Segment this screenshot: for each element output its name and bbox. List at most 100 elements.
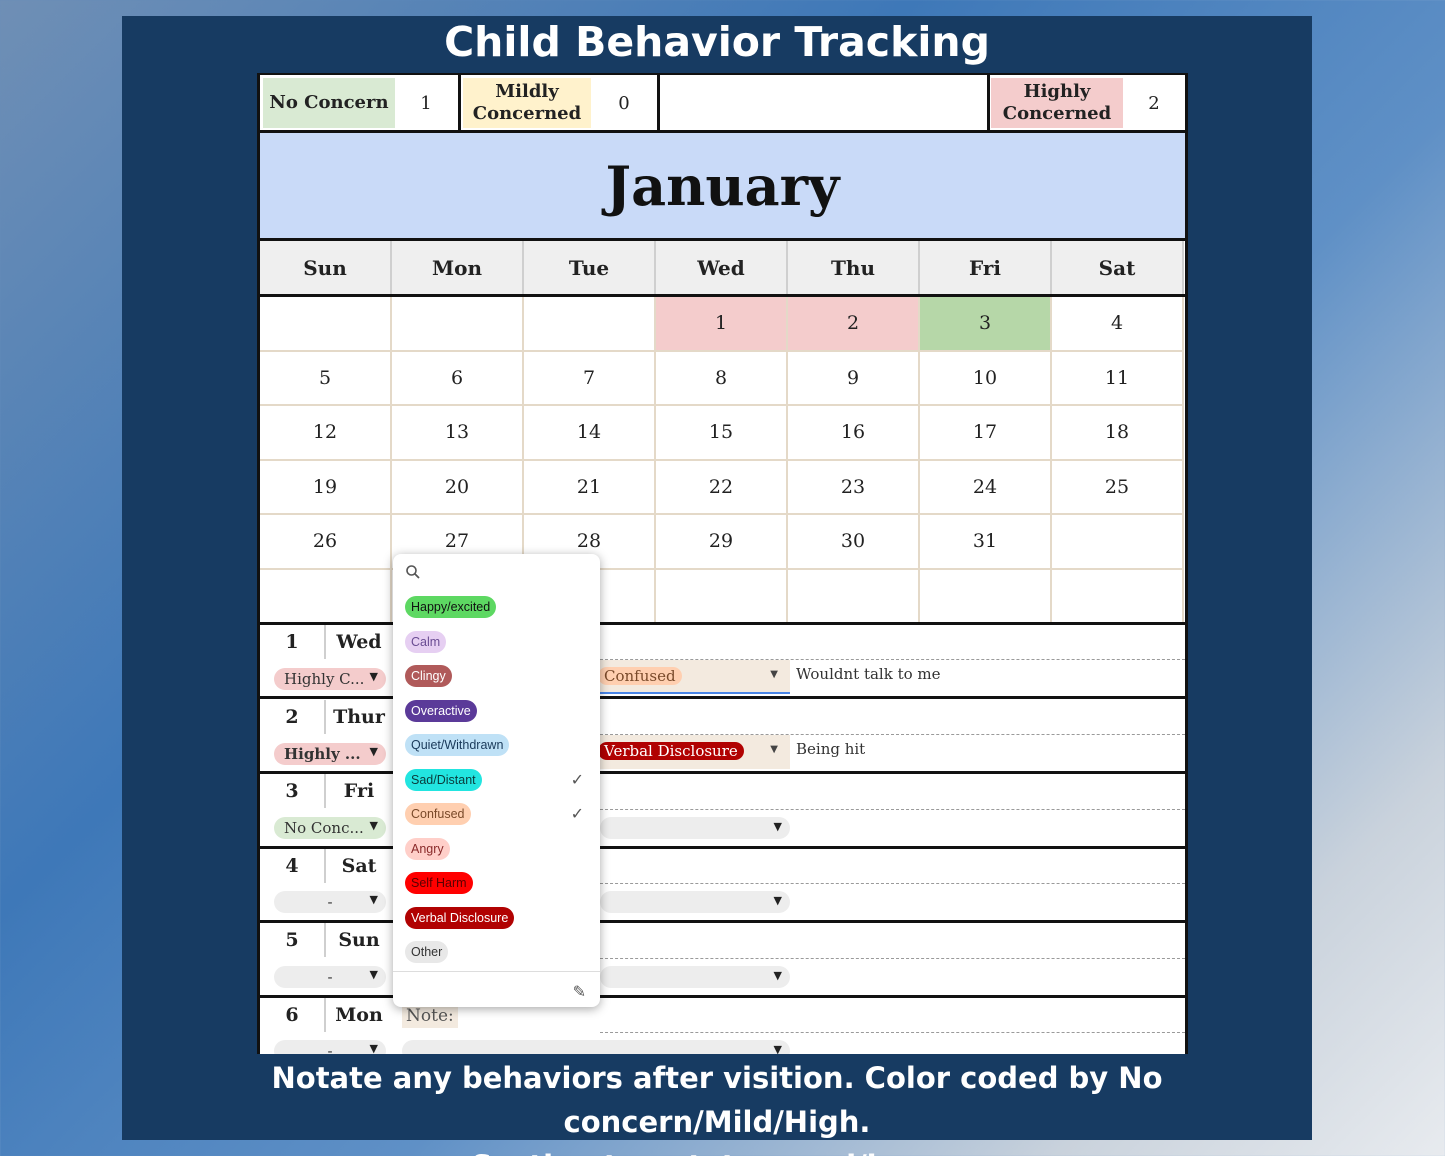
- concern-value: Highly ...: [284, 745, 361, 763]
- mood-option-happy[interactable]: Happy/excited: [405, 596, 497, 618]
- calendar-cell[interactable]: [788, 569, 920, 624]
- concern-value: -: [327, 968, 333, 986]
- mood-dropdown[interactable]: ▼: [600, 891, 790, 913]
- calendar-cell[interactable]: 12: [260, 406, 392, 461]
- concern-dropdown[interactable]: - ▼: [274, 891, 386, 913]
- concern-dropdown[interactable]: Highly ... ▼: [274, 743, 386, 765]
- calendar-cell[interactable]: 24: [920, 460, 1052, 515]
- divider: [600, 958, 1185, 959]
- mood-option-calm[interactable]: Calm: [405, 631, 447, 653]
- detail-day-number: 2: [260, 700, 326, 734]
- calendar-cell[interactable]: 18: [1052, 406, 1184, 461]
- caption: Notate any behaviors after visition. Col…: [122, 1056, 1312, 1156]
- mood-dropdown[interactable]: ▼: [402, 1040, 790, 1054]
- legend-high-count[interactable]: 2: [1123, 78, 1185, 128]
- calendar-cell[interactable]: 21: [524, 460, 656, 515]
- weekday-wed: Wed: [656, 241, 788, 294]
- calendar-cell[interactable]: 31: [920, 515, 1052, 570]
- dropdown-arrow-icon: ▼: [369, 819, 378, 832]
- calendar-cell[interactable]: 30: [788, 515, 920, 570]
- mood-option-clingy[interactable]: Clingy: [405, 665, 452, 687]
- note-label: Note:: [402, 1004, 458, 1028]
- mood-options-popup[interactable]: Happy/excited Calm Clingy Overactive Qui…: [393, 554, 600, 1007]
- mood-option-verbal-disclosure[interactable]: Verbal Disclosure: [405, 907, 515, 929]
- calendar-cell[interactable]: 15: [656, 406, 788, 461]
- mood-option-confused[interactable]: Confused: [405, 803, 471, 825]
- calendar-cell[interactable]: [656, 569, 788, 624]
- divider: [600, 734, 1185, 735]
- calendar-cell[interactable]: [920, 569, 1052, 624]
- legend-high-label-line2: Concerned: [1002, 103, 1112, 124]
- concern-dropdown[interactable]: - ▼: [274, 966, 386, 988]
- detail-day-name: Thur: [333, 706, 385, 728]
- mood-option-self-harm[interactable]: Self Harm: [405, 872, 473, 894]
- calendar-cell[interactable]: [260, 297, 392, 352]
- calendar-cell[interactable]: 20: [392, 460, 524, 515]
- detail-day-name: Fri: [343, 780, 375, 802]
- calendar-cell[interactable]: 25: [1052, 460, 1184, 515]
- calendar-cell[interactable]: [392, 297, 524, 352]
- concern-value: -: [327, 1042, 333, 1054]
- detail-day-name: Wed: [336, 631, 382, 653]
- calendar-cell[interactable]: 6: [392, 351, 524, 406]
- mood-option-quiet[interactable]: Quiet/Withdrawn: [405, 734, 510, 756]
- calendar-cell[interactable]: 22: [656, 460, 788, 515]
- calendar-cell[interactable]: 5: [260, 351, 392, 406]
- calendar-cell[interactable]: 10: [920, 351, 1052, 406]
- calendar-cell[interactable]: [1052, 569, 1184, 624]
- caption-line-1: Notate any behaviors after visition. Col…: [271, 1061, 1163, 1139]
- mood-dropdown-selected[interactable]: Confused ▼: [598, 660, 790, 694]
- mood-option-angry[interactable]: Angry: [405, 838, 450, 860]
- calendar-cell[interactable]: [524, 297, 656, 352]
- calendar-cell[interactable]: 4: [1052, 297, 1184, 352]
- detail-day-number: 1: [260, 625, 326, 659]
- calendar-cell[interactable]: 19: [260, 460, 392, 515]
- calendar-cell[interactable]: 3: [920, 297, 1052, 352]
- calendar-cell[interactable]: 23: [788, 460, 920, 515]
- page-title: Child Behavior Tracking: [444, 18, 990, 66]
- legend-mild-label-line1: Mildly: [495, 81, 559, 102]
- mood-option-other[interactable]: Other: [405, 941, 449, 963]
- dropdown-arrow-icon: ▼: [369, 745, 378, 758]
- concern-dropdown[interactable]: - ▼: [274, 1040, 386, 1054]
- detail-day-name: Mon: [335, 1004, 383, 1026]
- calendar-cell[interactable]: 26: [260, 515, 392, 570]
- calendar-cell[interactable]: 16: [788, 406, 920, 461]
- calendar-cell[interactable]: 11: [1052, 351, 1184, 406]
- legend-high-label: Highly Concerned: [991, 78, 1123, 128]
- mood-option-overactive[interactable]: Overactive: [405, 700, 477, 722]
- calendar-cell[interactable]: [1052, 515, 1184, 570]
- note-text[interactable]: Wouldnt talk to me: [796, 665, 941, 683]
- calendar-cell[interactable]: 8: [656, 351, 788, 406]
- weekday-sat: Sat: [1052, 241, 1184, 294]
- concern-dropdown[interactable]: Highly C... ▼: [274, 668, 386, 690]
- calendar-cell[interactable]: 1: [656, 297, 788, 352]
- concern-value: No Conc...: [284, 819, 364, 837]
- pencil-icon[interactable]: ✎: [573, 982, 586, 1002]
- checkmark-icon: ✓: [570, 806, 584, 823]
- legend-mild-count[interactable]: 0: [591, 78, 657, 128]
- calendar-cell[interactable]: 29: [656, 515, 788, 570]
- divider: [600, 883, 1185, 884]
- legend-mild-label-line2: Concerned: [472, 103, 582, 124]
- calendar-cell[interactable]: 9: [788, 351, 920, 406]
- mood-option-sad[interactable]: Sad/Distant: [405, 769, 482, 791]
- weekday-tue: Tue: [524, 241, 656, 294]
- divider: [987, 75, 990, 131]
- calendar-cell[interactable]: 14: [524, 406, 656, 461]
- calendar-cell[interactable]: [260, 569, 392, 624]
- calendar-cell[interactable]: 7: [524, 351, 656, 406]
- mood-dropdown-selected[interactable]: Verbal Disclosure ▼: [598, 735, 790, 769]
- calendar-cell[interactable]: 17: [920, 406, 1052, 461]
- calendar-cell[interactable]: 2: [788, 297, 920, 352]
- mood-dropdown[interactable]: ▼: [600, 817, 790, 839]
- search-icon[interactable]: [405, 564, 421, 580]
- note-text[interactable]: Being hit: [796, 740, 865, 758]
- dropdown-arrow-icon: ▼: [773, 894, 782, 907]
- calendar-cell[interactable]: 13: [392, 406, 524, 461]
- dropdown-arrow-icon: ▼: [770, 744, 778, 755]
- legend-no-concern-count[interactable]: 1: [395, 78, 457, 128]
- concern-dropdown[interactable]: No Conc... ▼: [274, 817, 386, 839]
- legend-no-concern-label: No Concern: [263, 78, 395, 128]
- mood-dropdown[interactable]: ▼: [600, 966, 790, 988]
